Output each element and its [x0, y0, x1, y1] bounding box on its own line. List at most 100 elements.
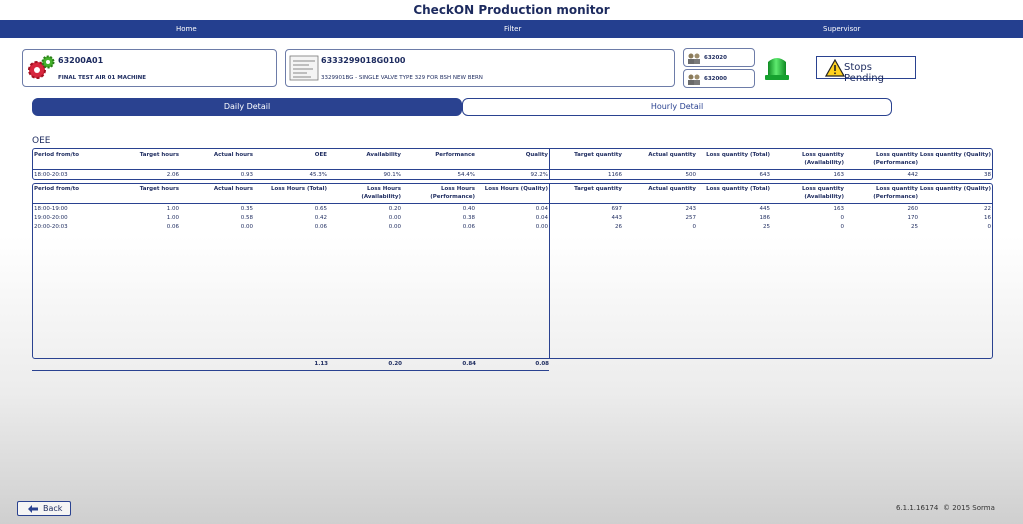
totals-row: 1.13 0.20 0.84 0.08: [32, 359, 993, 372]
header-performance: Performance: [435, 152, 475, 158]
oee-loss-performance: 442: [907, 172, 919, 178]
row-loss-hours-total: 0.65: [314, 206, 327, 212]
header-loss-hours-total: Loss Hours (Total): [271, 186, 327, 192]
oee-performance: 54.4%: [457, 172, 475, 178]
oee-section-label: OEE: [32, 136, 51, 146]
oee-target-hours: 2.06: [166, 172, 179, 178]
worker-icon: [688, 53, 700, 64]
header-actual-quantity: Actual quantity: [648, 186, 696, 192]
row-actual-hours: 0.58: [240, 215, 253, 221]
row-loss-total: 25: [763, 224, 770, 230]
nav-supervisor[interactable]: Supervisor: [823, 20, 860, 38]
total-loss-hours-availability: 0.20: [388, 361, 402, 367]
oee-loss-availability: 163: [833, 172, 845, 178]
header-actual-hours: Actual hours: [213, 186, 253, 192]
header-period: Period from/to: [34, 152, 80, 158]
oee-quality: 92.2%: [530, 172, 548, 178]
row-loss-hours-performance: 0.40: [462, 206, 475, 212]
header-oee: OEE: [314, 152, 327, 158]
oee-loss-total: 643: [759, 172, 771, 178]
row-actual-quantity: 243: [685, 206, 697, 212]
document-icon: [289, 55, 319, 81]
app-title: CheckON Production monitor: [413, 3, 610, 17]
row-actual-quantity: 0: [692, 224, 697, 230]
row-loss-quality: 22: [984, 206, 991, 212]
row-loss-quality: 16: [984, 215, 991, 221]
header-loss-quality: Loss quantity (Quality): [919, 186, 991, 192]
row-loss-hours-performance: 0.06: [462, 224, 475, 230]
product-panel[interactable]: 6333299018G0100 3329901BG - SINGLE VALVE…: [285, 49, 675, 87]
operator-button-1[interactable]: 632020: [683, 48, 755, 67]
header-loss-hours-quality: Loss Hours (Quality): [484, 186, 548, 192]
row-loss-hours-availability: 0.00: [388, 224, 401, 230]
header-actual-quantity: Actual quantity: [648, 152, 696, 158]
machine-panel[interactable]: 63200A01 FINAL TEST AIR 01 MACHINE: [22, 49, 277, 87]
oee-target-quantity: 1166: [608, 172, 622, 178]
row-loss-hours-availability: 0.20: [388, 206, 401, 212]
header-loss-availability-2: (Availability): [804, 160, 844, 166]
header-loss-availability-1: Loss quantity: [802, 152, 844, 158]
machine-code: 63200A01: [58, 56, 104, 65]
row-target-hours: 1.00: [166, 215, 179, 221]
product-description: 3329901BG - SINGLE VALVE TYPE 329 FOR BS…: [321, 75, 483, 81]
header-loss-hours-performance-2: (Performance): [430, 194, 475, 200]
copyright-label: © 2015 Sorma: [943, 504, 995, 512]
header-loss-performance-1: Loss quantity: [876, 152, 918, 158]
row-loss-hours-total: 0.06: [314, 224, 327, 230]
header-loss-performance-2: (Performance): [873, 194, 918, 200]
header-actual-hours: Actual hours: [213, 152, 253, 158]
row-target-hours: 1.00: [166, 206, 179, 212]
row-loss-performance: 260: [907, 206, 919, 212]
row-target-quantity: 697: [611, 206, 623, 212]
header-loss-quality: Loss quantity (Quality): [919, 152, 991, 158]
header-loss-hours-availability-1: Loss Hours: [366, 186, 401, 192]
oee-period: 18:00-20:03: [34, 172, 68, 178]
row-period: 19:00-20:00: [34, 215, 68, 221]
row-target-quantity: 26: [615, 224, 622, 230]
stops-pending-label: Stops Pending: [844, 62, 884, 84]
warning-icon: [825, 59, 845, 77]
oee-actual-quantity: 500: [685, 172, 697, 178]
back-button-label: Back: [43, 504, 63, 513]
back-button[interactable]: Back: [17, 501, 71, 516]
status-beacon-icon: [765, 58, 789, 80]
header-loss-total: Loss quantity (Total): [706, 186, 770, 192]
header-loss-availability-2: (Availability): [804, 194, 844, 200]
row-period: 18:00-19:00: [34, 206, 68, 212]
row-loss-availability: 0: [840, 224, 845, 230]
arrow-left-icon: [28, 505, 38, 513]
table-divider: [549, 149, 550, 179]
tab-hourly-detail[interactable]: Hourly Detail: [462, 98, 892, 116]
row-loss-availability: 0: [840, 215, 845, 221]
header-loss-hours-availability-2: (Availability): [361, 194, 401, 200]
oee-actual-hours: 0.93: [240, 172, 253, 178]
oee-availability: 90.1%: [383, 172, 401, 178]
row-loss-hours-performance: 0.38: [462, 215, 475, 221]
product-code: 6333299018G0100: [321, 56, 406, 65]
gear-icon: [28, 55, 55, 79]
operator-id-2: 632000: [704, 76, 727, 82]
row-loss-quality: 0: [987, 224, 992, 230]
tab-daily-detail[interactable]: Daily Detail: [32, 98, 462, 116]
table-divider: [33, 203, 992, 204]
oee-value: 45.3%: [309, 172, 327, 178]
nav-filter[interactable]: Filter: [504, 20, 521, 38]
row-loss-hours-quality: 0.04: [535, 206, 548, 212]
row-loss-hours-total: 0.42: [314, 215, 327, 221]
operator-button-2[interactable]: 632000: [683, 69, 755, 88]
table-divider: [33, 169, 992, 170]
stops-pending-button[interactable]: Stops Pending: [816, 56, 916, 84]
row-period: 20:00-20:03: [34, 224, 68, 230]
row-loss-hours-quality: 0.04: [535, 215, 548, 221]
nav-home[interactable]: Home: [176, 20, 197, 38]
worker-icon: [688, 74, 700, 85]
row-actual-hours: 0.00: [240, 224, 253, 230]
row-actual-quantity: 257: [685, 215, 697, 221]
top-navbar: Home Filter Supervisor: [0, 20, 1023, 38]
header-loss-availability-1: Loss quantity: [802, 186, 844, 192]
row-loss-hours-availability: 0.00: [388, 215, 401, 221]
table-divider: [32, 370, 549, 371]
operator-id-1: 632020: [704, 55, 727, 61]
header-target-hours: Target hours: [139, 186, 179, 192]
machine-name: FINAL TEST AIR 01 MACHINE: [58, 75, 147, 81]
